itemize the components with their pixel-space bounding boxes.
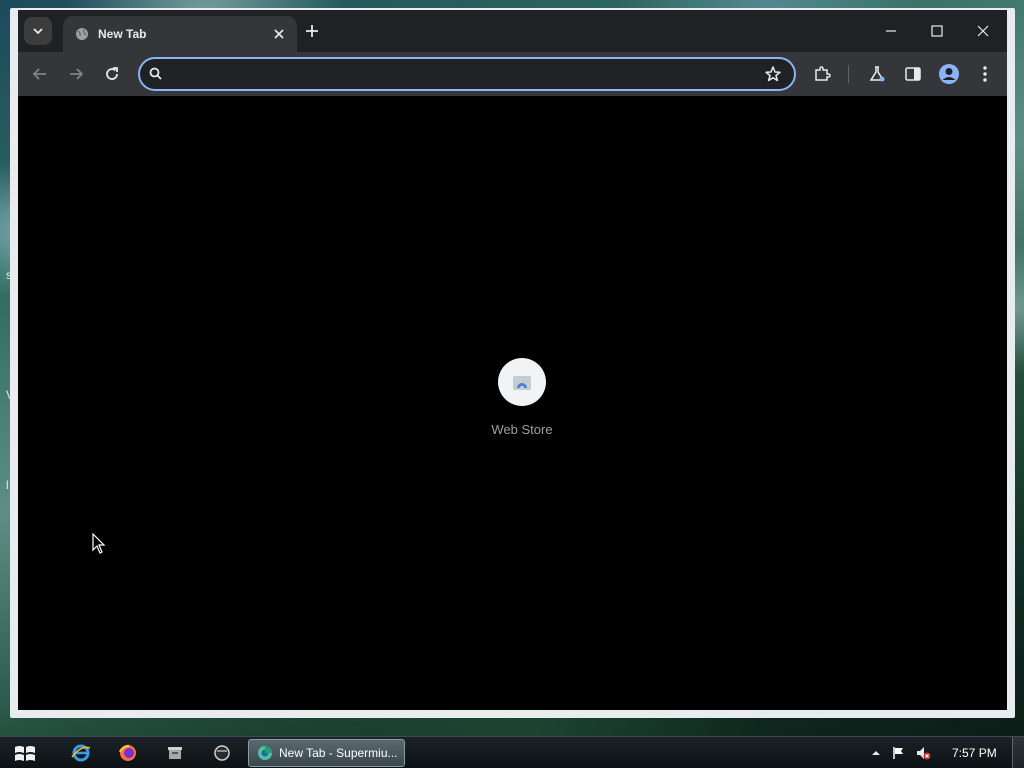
mouse-cursor-icon (92, 533, 106, 554)
arrow-left-icon (32, 68, 46, 80)
minimize-button[interactable] (880, 20, 902, 42)
minimize-icon (886, 30, 896, 32)
taskbar: New Tab - Supermiu... 7:57 PM (0, 736, 1024, 768)
browser-window: New Tab Web Store (10, 8, 1015, 718)
tab-close-icon[interactable] (271, 26, 287, 42)
shortcut-icon-circle (498, 358, 546, 406)
web-store-icon (513, 376, 531, 391)
close-window-button[interactable] (972, 20, 994, 42)
media-player-icon[interactable] (211, 742, 233, 764)
tab-strip: New Tab (18, 10, 1007, 52)
new-tab-button[interactable] (303, 22, 321, 40)
taskbar-window-label: New Tab - Supermiu... (279, 746, 398, 760)
tab-new-tab[interactable]: New Tab (63, 16, 297, 52)
tab-title: New Tab (98, 27, 147, 41)
new-tab-page: Web Store (18, 96, 1007, 710)
back-button[interactable] (29, 63, 51, 85)
show-desktop-button[interactable] (1012, 737, 1024, 768)
profile-button[interactable] (938, 63, 960, 85)
avatar-icon (939, 64, 959, 84)
browser-toolbar (18, 52, 1007, 96)
kebab-menu-icon (983, 66, 987, 82)
maximize-icon (931, 25, 943, 37)
chevron-up-icon[interactable] (868, 745, 884, 761)
flag-icon[interactable] (891, 745, 907, 761)
puzzle-icon (815, 66, 831, 81)
flask-icon (869, 66, 885, 82)
chevron-down-icon (33, 28, 43, 35)
maximize-button[interactable] (926, 20, 948, 42)
start-button[interactable] (8, 739, 42, 768)
clock[interactable]: 7:57 PM (952, 746, 997, 760)
internet-explorer-icon[interactable] (70, 742, 92, 764)
globe-icon (75, 27, 89, 41)
menu-button[interactable] (974, 63, 996, 85)
address-input[interactable] (168, 64, 748, 84)
search-icon (148, 66, 164, 82)
reload-icon (106, 67, 118, 80)
taskbar-window-browser[interactable]: New Tab - Supermiu... (248, 739, 405, 767)
side-panel-icon (905, 67, 921, 81)
plus-icon (306, 25, 318, 37)
shortcut-web-store[interactable]: Web Store (466, 358, 578, 437)
speaker-muted-icon[interactable] (915, 745, 931, 761)
side-panel-button[interactable] (902, 63, 924, 85)
reload-button[interactable] (101, 63, 123, 85)
shortcut-label: Web Store (491, 422, 553, 437)
toolbar-separator (848, 65, 849, 83)
star-icon[interactable] (764, 65, 782, 83)
desktop-icon-label-fragment: l (6, 478, 9, 492)
tab-search-button[interactable] (24, 17, 52, 45)
file-manager-icon[interactable] (164, 742, 186, 764)
firefox-icon[interactable] (117, 742, 139, 764)
forward-button[interactable] (65, 63, 87, 85)
extensions-button[interactable] (811, 63, 833, 85)
close-icon (977, 25, 989, 37)
address-bar[interactable] (138, 57, 796, 91)
labs-button[interactable] (866, 63, 888, 85)
arrow-right-icon (70, 68, 84, 80)
windows-logo-icon (15, 746, 35, 761)
browser-app-icon (257, 745, 273, 761)
